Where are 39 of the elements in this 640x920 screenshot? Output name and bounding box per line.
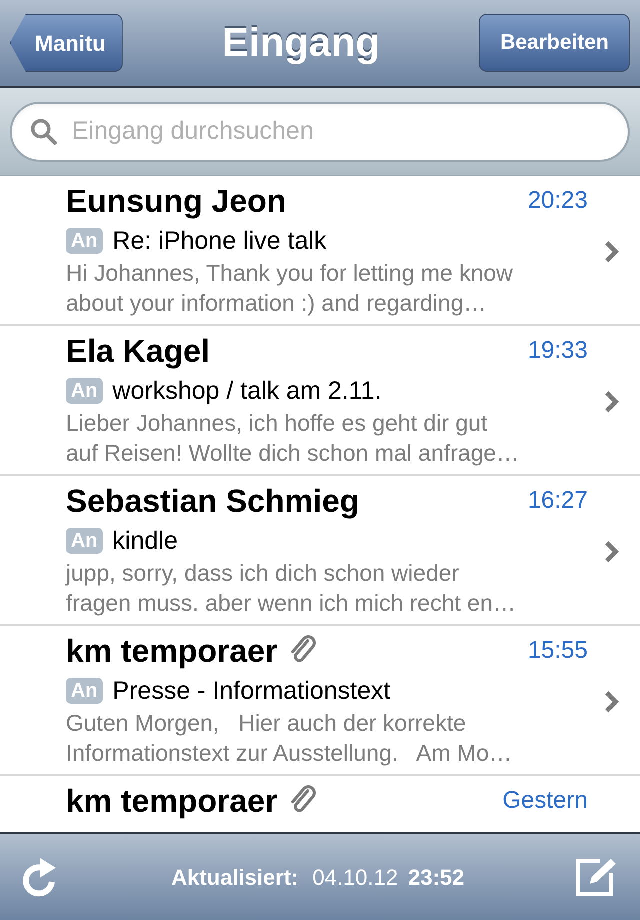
message-subject: workshop / talk am 2.11. — [112, 376, 382, 406]
chevron-icon — [604, 390, 620, 414]
back-button[interactable]: Manitu — [10, 14, 123, 72]
compose-icon[interactable] — [574, 857, 618, 897]
message-subject: kindle — [112, 526, 178, 556]
message-time: 20:23 — [528, 186, 588, 216]
message-subject: Re: iPhone live talk — [112, 226, 327, 256]
updated-date: 04.10.12 — [312, 864, 398, 892]
sender-name: km temporaer — [66, 632, 278, 671]
chevron-icon — [604, 540, 620, 564]
message-time: 19:33 — [528, 336, 588, 366]
recipient-badge: An — [66, 528, 103, 554]
message-time: 16:27 — [528, 486, 588, 516]
sender-name: km temporaer — [66, 782, 278, 821]
message-preview: jupp, sorry, dass ich dich schon wieder — [66, 559, 460, 588]
recipient-badge: An — [66, 228, 103, 254]
message-preview: Informationstext zur Ausstellung. Am Mo… — [66, 739, 512, 768]
screen-title: Eingang — [222, 20, 380, 67]
sender-name: Eunsung Jeon — [66, 182, 286, 221]
search-field[interactable]: Eingang durchsuchen — [10, 102, 630, 162]
message-preview: auf Reisen! Wollte dich schon mal anfrage… — [66, 439, 520, 468]
recipient-badge: An — [66, 678, 103, 704]
message-preview: Hi Johannes, Thank you for letting me know — [66, 259, 514, 288]
message-preview: about your information :) and regarding… — [66, 289, 487, 318]
updated-label: Aktualisiert: — [171, 864, 299, 892]
edit-button[interactable]: Bearbeiten — [479, 14, 630, 72]
sender-name: Sebastian Schmieg — [66, 482, 360, 521]
message-preview: Guten Morgen, Hier auch der korrekte — [66, 709, 466, 738]
recipient-badge: An — [66, 378, 103, 404]
search-icon — [30, 118, 58, 146]
message-subject: Presse - Informationstext — [112, 676, 391, 706]
sender-name: Ela Kagel — [66, 332, 210, 371]
chevron-icon — [604, 690, 620, 714]
updated-time: 23:52 — [408, 864, 465, 892]
message-preview: Lieber Johannes, ich hoffe es geht dir gut — [66, 409, 488, 438]
message-time: Gestern — [502, 786, 588, 816]
chevron-icon — [604, 240, 620, 264]
message-time: 15:55 — [528, 636, 588, 666]
message-preview: fragen muss. aber wenn ich mich recht en… — [66, 589, 516, 618]
